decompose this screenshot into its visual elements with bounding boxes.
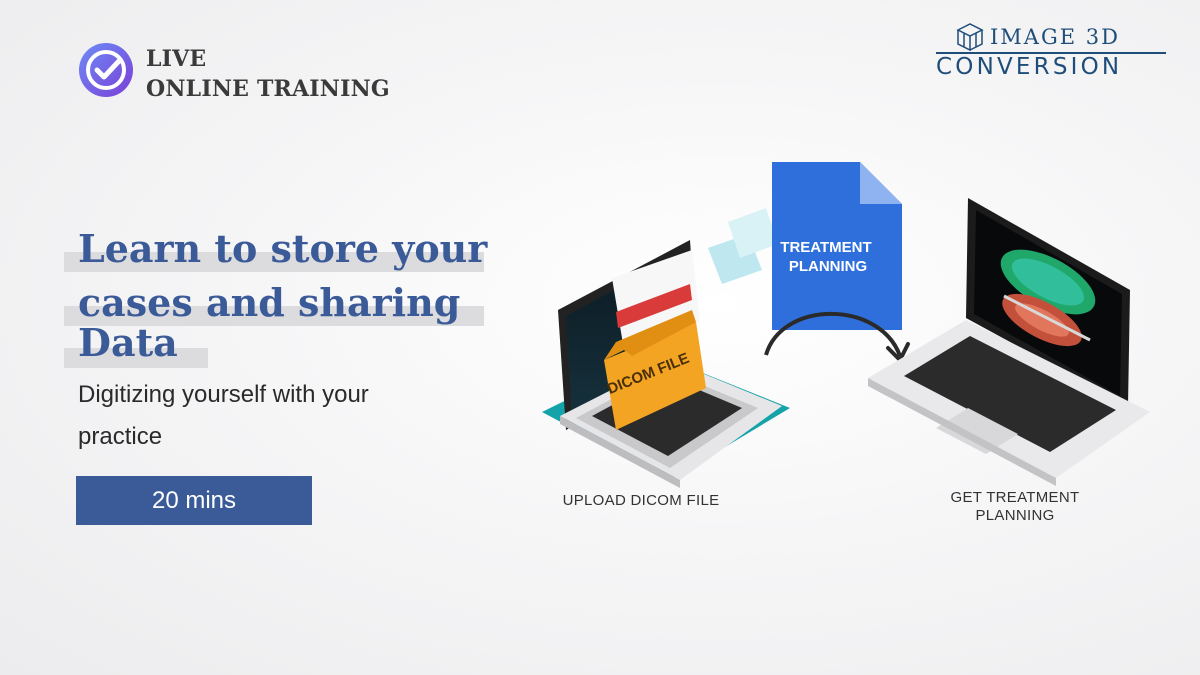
headline-line: Data xyxy=(78,320,178,365)
brand-name-top: IMAGE 3D xyxy=(990,25,1120,49)
caption-get-treatment: GET TREATMENT PLANNING xyxy=(900,489,1130,525)
check-circle-icon xyxy=(79,43,133,97)
duration-label: 20 mins xyxy=(151,486,237,514)
right-laptop xyxy=(868,198,1150,486)
document-label-line2: PLANNING xyxy=(789,258,867,275)
brand-logo: IMAGE 3D CONVERSION xyxy=(932,22,1170,84)
subtitle: Digitizing yourself with your practice xyxy=(78,374,498,458)
headline: Learn to store your cases and sharing Da… xyxy=(78,222,548,370)
live-label: LIVE xyxy=(146,46,207,72)
headline-line: Learn to store your xyxy=(78,226,488,271)
subtitle-line: practice xyxy=(78,423,163,450)
caption-upload-dicom: UPLOAD DICOM FILE xyxy=(536,492,746,510)
duration-badge: 20 mins xyxy=(76,476,312,525)
caption-right-line2: PLANNING xyxy=(975,507,1055,524)
brand-name-bottom: CONVERSION xyxy=(936,54,1123,80)
live-training-title: LIVE ONLINE TRAINING xyxy=(146,44,390,104)
caption-left: UPLOAD DICOM FILE xyxy=(562,492,720,509)
workflow-illustration: DICOM FILE TREATMENT PLANNING xyxy=(542,162,1150,488)
online-training-label: ONLINE TRAINING xyxy=(146,76,390,102)
caption-right-line1: GET TREATMENT xyxy=(950,489,1080,506)
document-label-line1: TREATMENT xyxy=(780,239,871,256)
cube-icon xyxy=(956,23,984,52)
document-pages xyxy=(708,208,778,284)
subtitle-line: Digitizing yourself with your xyxy=(78,381,369,408)
